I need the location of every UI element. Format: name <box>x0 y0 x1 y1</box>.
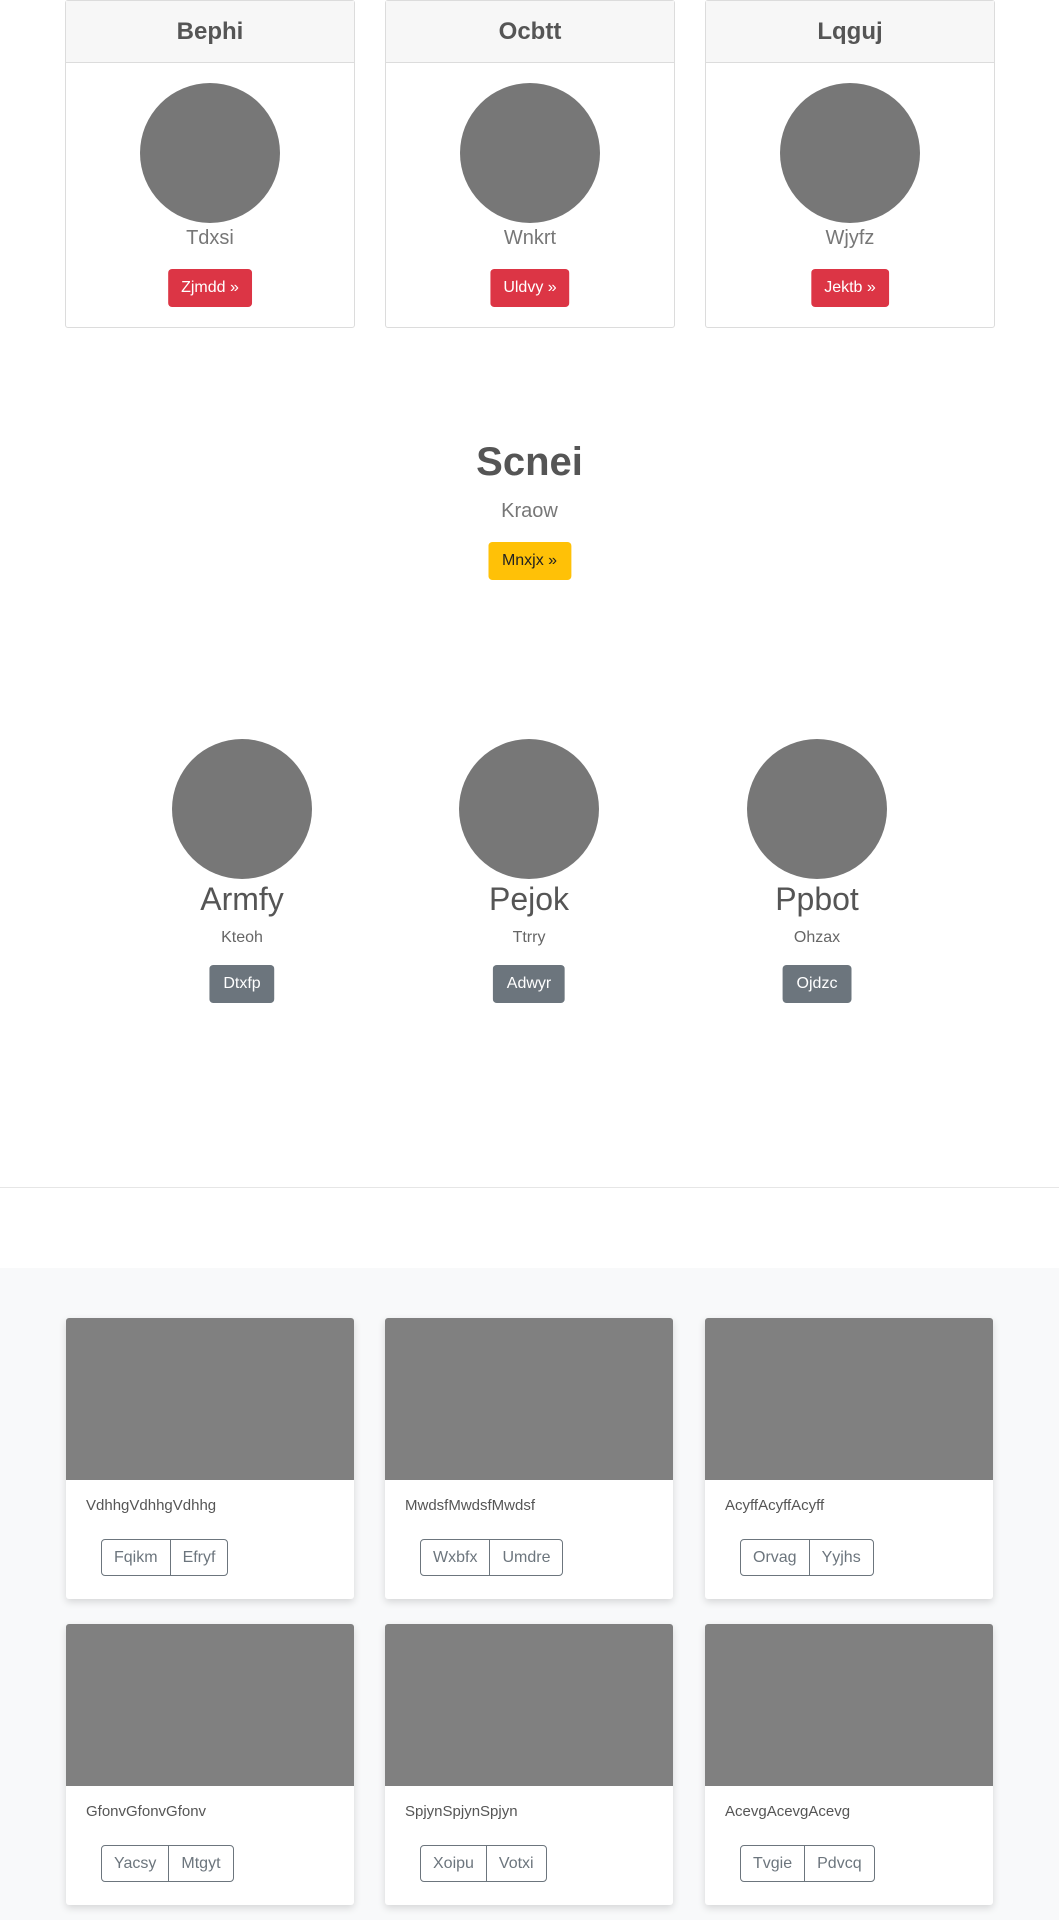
top-card-title: Ocbtt <box>386 1 674 63</box>
card-button-secondary[interactable]: Umdre <box>489 1540 562 1575</box>
card-thumbnail <box>705 1318 993 1480</box>
top-card-button[interactable]: Zjmdd » <box>168 269 252 307</box>
team-member: Armfy Kteoh Dtxfp <box>142 739 342 1004</box>
top-card-subtitle: Wjyfz <box>825 227 875 249</box>
album-card: MwdsfMwdsfMwdsf Wxbfx Umdre <box>385 1318 673 1599</box>
card-text: SpjynSpjynSpjyn <box>405 1803 518 1820</box>
card-button-primary[interactable]: Fqikm <box>102 1540 170 1575</box>
top-card-title: Bephi <box>66 1 354 63</box>
card-button-secondary[interactable]: Yyjhs <box>808 1540 873 1575</box>
member-name: Pejok <box>488 881 570 917</box>
hero-subtitle: Kraow <box>501 500 558 522</box>
hero-button[interactable]: Mnxjx » <box>487 542 572 580</box>
team-member: Pejok Ttrry Adwyr <box>429 739 629 1004</box>
member-button[interactable]: Dtxfp <box>209 965 275 1003</box>
card-thumbnail <box>705 1624 993 1786</box>
avatar <box>747 739 887 879</box>
album-card: VdhhgVdhhgVdhhg Fqikm Efryf <box>66 1318 354 1599</box>
card-button-secondary[interactable]: Efryf <box>169 1540 228 1575</box>
card-thumbnail <box>66 1624 354 1786</box>
card-button-secondary[interactable]: Pdvcq <box>804 1846 873 1881</box>
member-subtitle: Ohzax <box>793 929 841 946</box>
member-button[interactable]: Adwyr <box>492 965 566 1003</box>
card-button-group: Xoipu Votxi <box>420 1845 547 1882</box>
card-button-group: Orvag Yyjhs <box>740 1539 874 1576</box>
card-button-primary[interactable]: Wxbfx <box>421 1540 489 1575</box>
member-button[interactable]: Ojdzc <box>782 965 852 1003</box>
placeholder-circle-image <box>460 83 600 223</box>
album-card: AcevgAcevgAcevg Tvgie Pdvcq <box>705 1624 993 1905</box>
card-thumbnail <box>66 1318 354 1480</box>
card-text: MwdsfMwdsfMwdsf <box>405 1497 536 1514</box>
top-card-title: Lqguj <box>706 1 994 63</box>
card-thumbnail <box>385 1624 673 1786</box>
top-card: Lqguj Wjyfz Jektb » <box>705 0 995 328</box>
placeholder-circle-image <box>140 83 280 223</box>
card-text: AcevgAcevgAcevg <box>725 1803 851 1820</box>
top-card-row: Bephi Tdxsi Zjmdd » Ocbtt Wnkrt Uldvy » … <box>65 0 995 328</box>
card-text: AcyffAcyffAcyff <box>725 1497 825 1514</box>
card-button-primary[interactable]: Yacsy <box>102 1846 168 1881</box>
member-name: Ppbot <box>775 881 859 917</box>
top-card-button[interactable]: Uldvy » <box>490 269 570 307</box>
card-button-group: Yacsy Mtgyt <box>101 1845 234 1882</box>
album-card: GfonvGfonvGfonv Yacsy Mtgyt <box>66 1624 354 1905</box>
top-card: Ocbtt Wnkrt Uldvy » <box>385 0 675 328</box>
member-subtitle: Ttrry <box>512 929 546 946</box>
card-button-primary[interactable]: Orvag <box>741 1540 809 1575</box>
avatar <box>459 739 599 879</box>
team-member: Ppbot Ohzax Ojdzc <box>717 739 917 1004</box>
card-button-secondary[interactable]: Votxi <box>485 1846 546 1881</box>
hero-title: Scnei <box>476 440 583 484</box>
top-card-button[interactable]: Jektb » <box>811 269 889 307</box>
member-subtitle: Kteoh <box>221 929 263 946</box>
card-button-primary[interactable]: Xoipu <box>421 1846 486 1881</box>
member-name: Armfy <box>200 881 284 917</box>
card-button-group: Fqikm Efryf <box>101 1539 229 1576</box>
card-thumbnail <box>385 1318 673 1480</box>
album-section: VdhhgVdhhgVdhhg Fqikm Efryf MwdsfMwdsfMw… <box>0 1268 1059 1920</box>
card-button-primary[interactable]: Tvgie <box>741 1846 804 1881</box>
section-divider <box>0 1187 1059 1188</box>
album-card: SpjynSpjynSpjyn Xoipu Votxi <box>385 1624 673 1905</box>
top-card-subtitle: Tdxsi <box>186 227 234 249</box>
card-button-group: Wxbfx Umdre <box>420 1539 564 1576</box>
avatar <box>172 739 312 879</box>
top-card-subtitle: Wnkrt <box>503 227 557 249</box>
card-button-secondary[interactable]: Mtgyt <box>168 1846 232 1881</box>
card-button-group: Tvgie Pdvcq <box>740 1845 875 1882</box>
top-card: Bephi Tdxsi Zjmdd » <box>65 0 355 328</box>
album-card: AcyffAcyffAcyff Orvag Yyjhs <box>705 1318 993 1599</box>
card-text: GfonvGfonvGfonv <box>86 1803 207 1820</box>
placeholder-circle-image <box>780 83 920 223</box>
card-text: VdhhgVdhhgVdhhg <box>86 1497 217 1514</box>
